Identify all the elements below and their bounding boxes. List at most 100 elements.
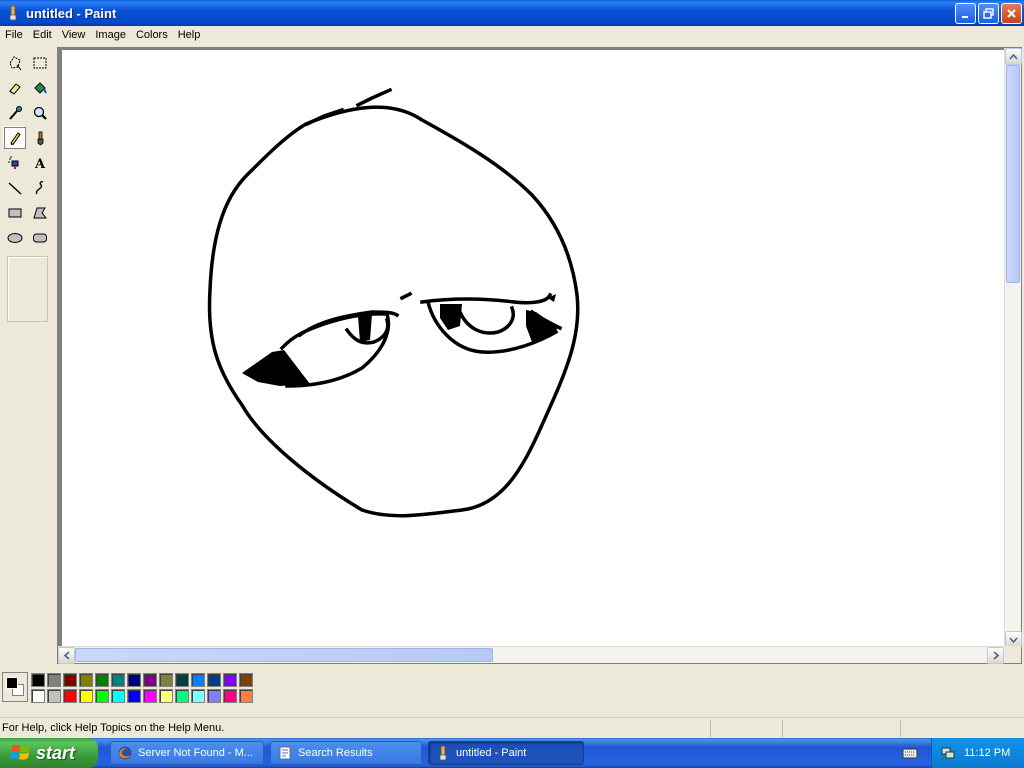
tool-ellipse[interactable] — [3, 226, 26, 249]
polygon-icon — [32, 207, 47, 218]
palette-swatch[interactable] — [127, 673, 141, 687]
restore-icon — [983, 8, 994, 19]
palette-swatch[interactable] — [47, 689, 61, 703]
canvas-workspace — [57, 47, 1022, 664]
palette-swatch[interactable] — [63, 673, 77, 687]
menu-bar: File Edit View Image Colors Help — [0, 26, 1024, 44]
scroll-left-button[interactable] — [58, 647, 75, 664]
palette-swatch[interactable] — [31, 673, 45, 687]
palette-swatch[interactable] — [79, 673, 93, 687]
menu-edit[interactable]: Edit — [28, 26, 57, 44]
foreground-color-swatch — [6, 677, 18, 689]
tool-magnifier[interactable] — [28, 101, 51, 124]
tool-line[interactable] — [3, 176, 26, 199]
palette-swatch[interactable] — [175, 673, 189, 687]
tool-rectangle[interactable] — [3, 201, 26, 224]
drawing-face-sketch — [207, 87, 580, 518]
title-bar[interactable]: untitled - Paint — [0, 0, 1024, 26]
color-palette — [0, 666, 1024, 712]
clock[interactable]: 11:12 PM — [964, 747, 1010, 759]
palette-swatch[interactable] — [223, 689, 237, 703]
tool-text[interactable]: A — [28, 151, 51, 174]
menu-colors[interactable]: Colors — [131, 26, 173, 44]
menu-help[interactable]: Help — [173, 26, 206, 44]
palette-swatch[interactable] — [79, 689, 93, 703]
task-label: untitled - Paint — [456, 747, 527, 759]
paint-app-icon — [9, 5, 17, 21]
pencil-icon — [9, 131, 21, 145]
palette-swatch[interactable] — [95, 673, 109, 687]
svg-text:A: A — [34, 157, 46, 171]
palette-swatch[interactable] — [159, 673, 173, 687]
minimize-button[interactable] — [955, 3, 976, 24]
menu-view[interactable]: View — [57, 26, 91, 44]
tool-rounded-rectangle[interactable] — [28, 226, 51, 249]
close-button[interactable] — [1001, 3, 1022, 24]
palette-swatch[interactable] — [207, 673, 221, 687]
search-results-icon — [279, 746, 291, 760]
arrow-left-icon — [63, 651, 70, 660]
tool-curve[interactable] — [28, 176, 51, 199]
palette-swatch[interactable] — [191, 673, 205, 687]
tool-airbrush[interactable] — [3, 151, 26, 174]
status-coords-pane — [710, 719, 782, 737]
tool-brush[interactable] — [28, 126, 51, 149]
airbrush-icon — [7, 155, 18, 169]
task-paint[interactable]: untitled - Paint — [428, 741, 584, 765]
palette-swatch[interactable] — [63, 689, 77, 703]
tool-polygon[interactable] — [28, 201, 51, 224]
palette-swatch[interactable] — [143, 689, 157, 703]
palette-swatch[interactable] — [111, 673, 125, 687]
menu-file[interactable]: File — [0, 26, 28, 44]
palette-swatch[interactable] — [127, 689, 141, 703]
palette-swatch[interactable] — [191, 689, 205, 703]
task-search-results[interactable]: Search Results — [270, 741, 422, 765]
palette-swatch[interactable] — [239, 673, 253, 687]
palette-swatch[interactable] — [239, 689, 253, 703]
palette-swatch[interactable] — [175, 689, 189, 703]
eyedropper-icon — [8, 105, 22, 120]
taskbar: start Server Not Found - M... Search Res… — [0, 738, 1024, 768]
system-tray: 11:12 PM — [931, 738, 1024, 768]
start-button[interactable]: start — [0, 738, 98, 768]
keyboard-icon[interactable] — [902, 746, 918, 760]
arrow-right-icon — [992, 651, 999, 660]
palette-swatch[interactable] — [207, 689, 221, 703]
tool-options-box[interactable] — [7, 256, 48, 322]
rectangle-icon — [8, 208, 21, 217]
start-label: start — [36, 742, 76, 763]
tool-pick-color[interactable] — [3, 101, 26, 124]
palette-swatch[interactable] — [159, 689, 173, 703]
vertical-scrollbar[interactable] — [1004, 48, 1022, 648]
network-icon[interactable] — [940, 745, 956, 761]
drawing-canvas[interactable] — [62, 50, 1005, 647]
free-select-icon — [8, 55, 21, 70]
horizontal-scroll-thumb[interactable] — [75, 648, 493, 662]
palette-swatch[interactable] — [111, 689, 125, 703]
palette-swatch[interactable] — [223, 673, 237, 687]
tool-fill[interactable] — [28, 76, 51, 99]
scroll-right-button[interactable] — [987, 647, 1004, 664]
vertical-scroll-thumb[interactable] — [1006, 65, 1020, 283]
eraser-icon — [8, 82, 21, 95]
palette-swatch[interactable] — [143, 673, 157, 687]
task-label: Search Results — [298, 747, 373, 759]
palette-swatch[interactable] — [31, 689, 45, 703]
current-colors[interactable] — [2, 672, 28, 702]
tool-free-form-select[interactable] — [3, 51, 26, 74]
palette-swatch[interactable] — [47, 673, 61, 687]
task-label: Server Not Found - M... — [138, 747, 253, 759]
scroll-up-button[interactable] — [1005, 48, 1022, 65]
tool-pencil[interactable] — [3, 126, 26, 149]
tool-eraser[interactable] — [3, 76, 26, 99]
rounded-rect-icon — [32, 233, 47, 242]
restore-button[interactable] — [978, 3, 999, 24]
menu-image[interactable]: Image — [90, 26, 131, 44]
tool-select[interactable] — [28, 51, 51, 74]
line-icon — [8, 181, 21, 195]
palette-swatch[interactable] — [95, 689, 109, 703]
scroll-corner — [1004, 646, 1021, 663]
horizontal-scrollbar[interactable] — [58, 646, 1006, 664]
rect-select-icon — [33, 57, 46, 68]
task-firefox[interactable]: Server Not Found - M... — [110, 741, 264, 765]
